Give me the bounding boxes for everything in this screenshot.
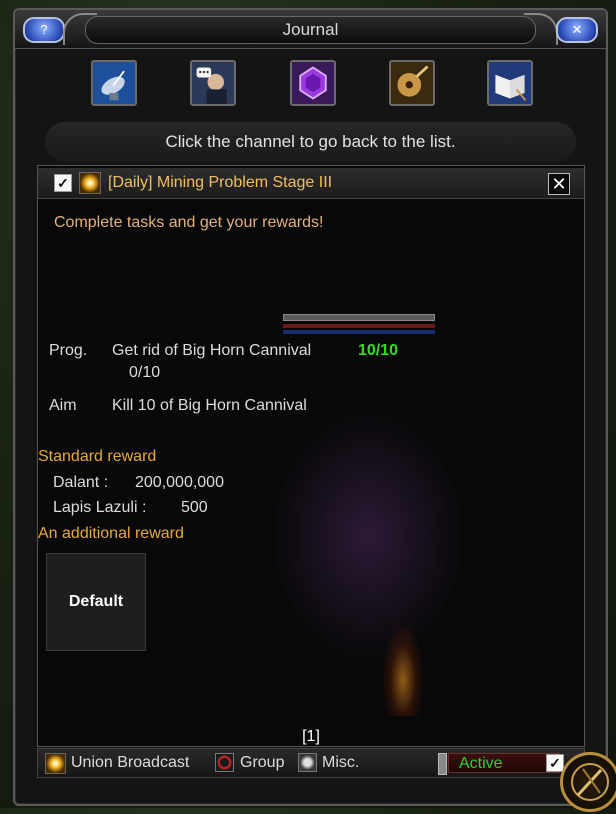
spellbook-icon[interactable] (487, 60, 533, 106)
reward-lapis-value: 500 (181, 499, 208, 516)
lute-icon[interactable] (389, 60, 435, 106)
title-bar: ? Journal ✕ (15, 10, 606, 49)
reward-lapis-label: Lapis Lazuli : (53, 499, 147, 516)
progress-sub-count: 0/10 (129, 364, 161, 381)
default-reward-button[interactable]: Default (46, 553, 146, 651)
aim-label: Aim (49, 397, 77, 414)
close-quest-icon[interactable]: ✕ (548, 173, 570, 195)
status-handle[interactable] (438, 753, 447, 775)
quest-title: [Daily] Mining Problem Stage III (108, 174, 333, 191)
status-checkbox[interactable]: ✓ (546, 754, 564, 772)
aim-text: Kill 10 of Big Horn Cannival (112, 397, 307, 414)
satellite-dish-icon[interactable] (91, 60, 137, 106)
quest-track-checkbox[interactable]: ✓ (54, 174, 72, 192)
progress-label: Prog. (49, 342, 88, 359)
group-icon[interactable] (215, 753, 234, 772)
background-glow (268, 406, 468, 666)
progress-task: Get rid of Big Horn Cannival (112, 342, 312, 359)
background-flame (383, 626, 423, 716)
channel-filter-bar: Union Broadcast Group Misc. Active ✓ (37, 748, 585, 778)
purple-gem-icon[interactable] (290, 60, 336, 106)
union-broadcast-label[interactable]: Union Broadcast (71, 754, 189, 772)
standard-reward-heading: Standard reward (38, 448, 157, 465)
channel-toolbar (15, 54, 606, 116)
reward-dalant-label: Dalant : (53, 474, 109, 491)
quest-description: Complete tasks and get your rewards! (54, 214, 324, 231)
ornament-right (524, 13, 558, 45)
progress-count: 10/10 (358, 342, 399, 359)
window-title: Journal (282, 20, 339, 39)
target-health-bars (283, 314, 435, 334)
status-field[interactable]: Active (448, 753, 560, 773)
group-label[interactable]: Group (240, 754, 284, 772)
quest-header: ✓ [Daily] Mining Problem Stage III ✕ (38, 168, 584, 199)
reward-dalant-value: 200,000,000 (135, 474, 224, 491)
journal-window: ? Journal ✕ Click the channel to go back… (13, 8, 608, 806)
misc-icon[interactable] (298, 753, 317, 772)
page-number[interactable]: [1] (38, 728, 584, 746)
chat-character-icon[interactable] (190, 60, 236, 106)
misc-label[interactable]: Misc. (322, 754, 359, 772)
daily-quest-icon (79, 172, 101, 194)
quest-detail-panel: ✓ [Daily] Mining Problem Stage III ✕ Com… (37, 165, 585, 747)
additional-reward-heading: An additional reward (38, 525, 184, 542)
close-window-icon[interactable]: ✕ (556, 17, 598, 43)
emblem-icon[interactable] (560, 752, 616, 812)
union-broadcast-icon[interactable] (45, 753, 66, 774)
channel-notice: Click the channel to go back to the list… (45, 122, 576, 162)
